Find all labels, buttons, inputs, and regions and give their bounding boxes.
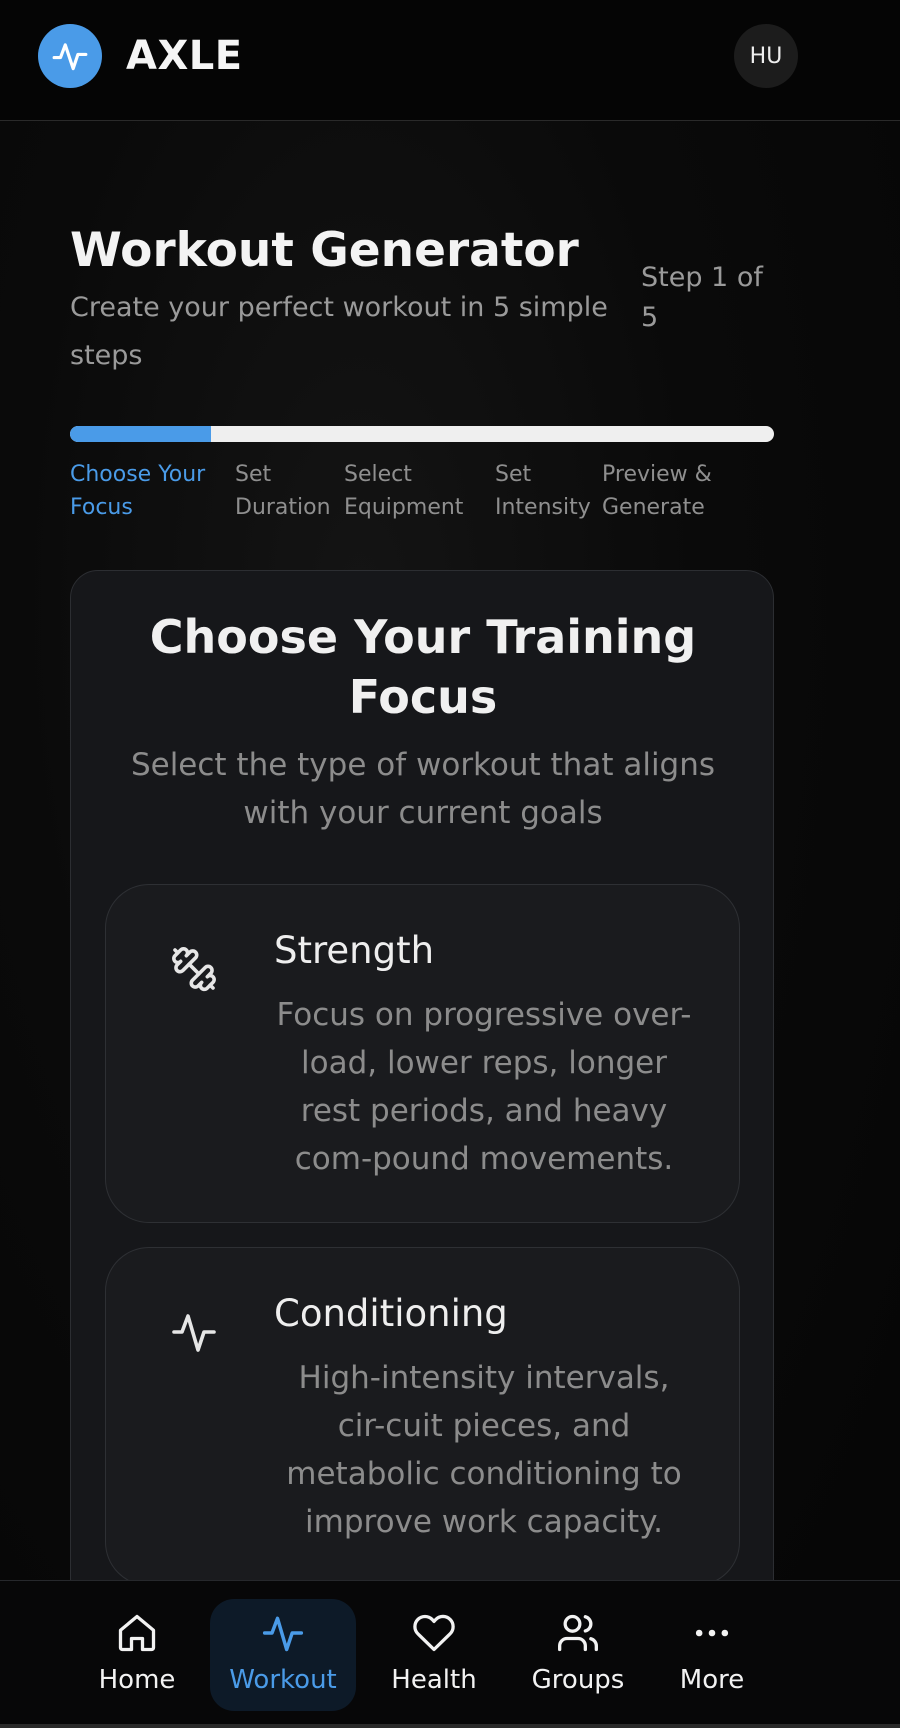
nav-label: Home [98, 1665, 176, 1695]
nav-item-health[interactable]: Health [384, 1599, 484, 1711]
nav-label: Workout [229, 1665, 337, 1695]
page-title: Workout Generator [70, 223, 579, 278]
more-icon [695, 1629, 729, 1637]
bottom-nav: Home Workout Health Groups More [0, 1580, 900, 1728]
step-label-equipment[interactable]: Select Equipment [344, 458, 484, 524]
top-bar: AXLE HU [0, 0, 900, 121]
brand-name: AXLE [126, 33, 243, 79]
step-label-duration[interactable]: Set Duration [235, 458, 335, 524]
dumbbell-icon [172, 947, 216, 992]
nav-label: Groups [531, 1665, 625, 1695]
progress-bar [70, 426, 774, 442]
progress-bar-fill [70, 426, 211, 442]
heart-icon [413, 1614, 455, 1652]
option-description: Focus on progressive over-load, lower re… [276, 997, 692, 1177]
nav-label: More [679, 1665, 745, 1695]
option-title: Strength [274, 929, 435, 972]
option-strength[interactable]: Strength Focus on progressive over-load,… [105, 884, 740, 1223]
bottom-edge-divider [0, 1724, 900, 1728]
activity-icon [262, 1616, 304, 1652]
card-title: Choose Your Training Focus [149, 610, 697, 724]
card-subtitle: Select the type of workout that aligns w… [130, 747, 716, 831]
focus-card: Choose Your Training Focus Select the ty… [70, 570, 774, 1728]
avatar[interactable]: HU [734, 24, 798, 88]
step-label-preview[interactable]: Preview & Generate [602, 458, 742, 524]
nav-item-groups[interactable]: Groups [523, 1599, 633, 1711]
page-subtitle: Create your perfect workout in 5 simple … [70, 292, 608, 371]
step-indicator: Step 1 of 5 [641, 262, 763, 333]
nav-item-home[interactable]: Home [82, 1599, 192, 1711]
step-label-intensity[interactable]: Set Intensity [495, 458, 595, 524]
step-label-focus[interactable]: Choose Your Focus [70, 458, 225, 524]
option-conditioning[interactable]: Conditioning High-intensity intervals, c… [105, 1247, 740, 1586]
users-icon [558, 1614, 598, 1652]
page: AXLE HU Workout Generator Create your pe… [0, 0, 900, 1728]
activity-icon [172, 1314, 216, 1352]
nav-item-workout[interactable]: Workout [210, 1599, 356, 1711]
option-title: Conditioning [274, 1292, 508, 1335]
home-icon [118, 1614, 156, 1652]
pulse-icon [52, 43, 88, 71]
nav-label: Health [391, 1665, 477, 1695]
option-description: High-intensity intervals, cir-cuit piece… [286, 1360, 682, 1540]
nav-item-more[interactable]: More [666, 1599, 758, 1711]
logo[interactable] [38, 24, 102, 88]
